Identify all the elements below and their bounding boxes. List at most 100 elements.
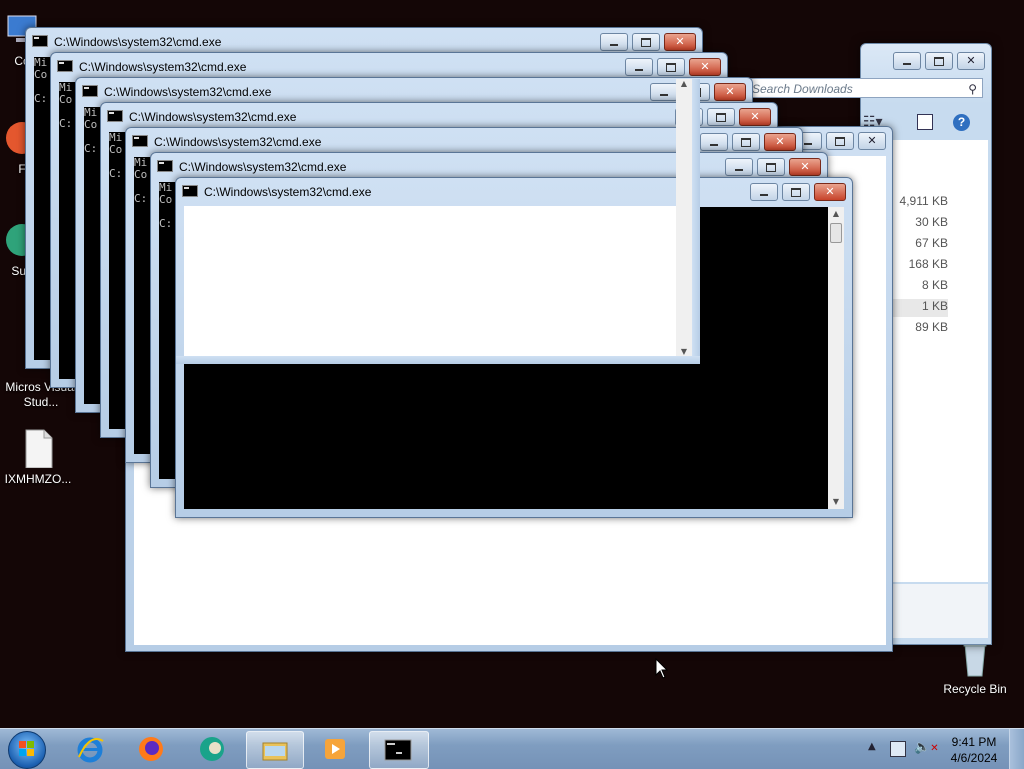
close-button[interactable]: ✕	[789, 158, 821, 176]
caption-buttons: ✕	[721, 158, 821, 176]
maximize-button[interactable]	[632, 33, 660, 51]
window-title: C:\Windows\system32\cmd.exe	[57, 60, 246, 76]
stale-client-area	[184, 206, 676, 356]
document-icon	[18, 428, 58, 469]
minimize-icon	[710, 144, 718, 146]
firefox-icon	[139, 737, 163, 761]
maximize-icon	[716, 113, 726, 122]
help-icon[interactable]: ?	[953, 114, 970, 131]
internet-explorer-icon	[77, 737, 104, 763]
minimize-button[interactable]	[750, 183, 778, 201]
scrollbar[interactable]: ▲▼	[828, 207, 844, 509]
network-icon[interactable]	[890, 741, 906, 757]
stale-scrollbar: ▲ ▼	[676, 79, 692, 356]
search-input[interactable]: Search Downloads ⚲	[743, 78, 983, 98]
minimize-button[interactable]	[893, 52, 921, 70]
taskbar-media-player[interactable]	[307, 731, 363, 767]
clock-time: 9:41 PM	[951, 735, 997, 749]
window-title: C:\Windows\system32\cmd.exe	[107, 110, 296, 126]
clock-date: 4/6/2024	[950, 751, 998, 765]
desktop-icon-label: Recycle Bin	[943, 682, 1007, 696]
taskbar-file-explorer[interactable]	[246, 731, 304, 769]
caption-buttons: ✕	[790, 132, 886, 150]
minimize-button[interactable]	[700, 133, 728, 151]
maximize-button[interactable]	[657, 58, 685, 76]
minimize-button[interactable]	[650, 83, 678, 101]
window-title: C:\Windows\system32\cmd.exe	[82, 85, 271, 101]
mouse-cursor-icon	[655, 657, 669, 684]
close-icon: ✕	[725, 85, 735, 98]
close-button[interactable]: ✕	[957, 52, 985, 70]
minimize-button[interactable]	[600, 33, 628, 51]
file-list[interactable]: 4,911 KB 30 KB 67 KB 168 KB 8 KB 1 KB 89…	[878, 140, 988, 582]
close-icon: ✕	[675, 35, 685, 48]
start-button[interactable]	[8, 731, 46, 769]
cmd-icon	[107, 110, 123, 122]
cmd-icon	[182, 185, 198, 197]
show-hidden-icons-button[interactable]: ▲	[868, 741, 876, 752]
folder-icon	[262, 742, 288, 761]
cmd-icon	[82, 85, 98, 97]
maximize-icon	[641, 38, 651, 47]
caption-buttons: ✕	[621, 58, 721, 76]
minimize-icon	[760, 194, 768, 196]
cmd-icon	[32, 35, 48, 47]
clock[interactable]: 9:41 PM 4/6/2024	[945, 734, 1003, 766]
window-title: C:\Windows\system32\cmd.exe	[132, 135, 321, 151]
close-icon: ✕	[867, 134, 877, 147]
taskbar-firefox[interactable]	[123, 731, 179, 767]
desktop-icon-recycle-bin[interactable]: Recycle Bin	[935, 638, 1015, 697]
close-button[interactable]: ✕	[739, 108, 771, 126]
minimize-button[interactable]	[725, 158, 753, 176]
maximize-button[interactable]	[732, 133, 760, 151]
close-button[interactable]: ✕	[764, 133, 796, 151]
scroll-down-arrow[interactable]: ▼	[828, 495, 844, 509]
close-icon: ✕	[825, 185, 835, 198]
scroll-down-arrow: ▼	[680, 347, 688, 356]
close-button[interactable]: ✕	[689, 58, 721, 76]
scroll-thumb[interactable]	[830, 223, 842, 243]
maximize-icon	[791, 188, 801, 197]
show-desktop-button[interactable]	[1009, 729, 1024, 769]
caption-buttons: ✕	[746, 183, 846, 201]
maximize-button[interactable]	[757, 158, 785, 176]
close-button[interactable]: ✕	[714, 83, 746, 101]
close-icon: ✕	[700, 60, 710, 73]
maximize-icon	[934, 57, 944, 66]
minimize-icon	[735, 169, 743, 171]
taskbar-command-prompt[interactable]	[369, 731, 429, 769]
close-button[interactable]: ✕	[664, 33, 696, 51]
minimize-button[interactable]	[625, 58, 653, 76]
maximize-icon	[835, 137, 845, 146]
window-title: C:\Windows\system32\cmd.exe	[182, 185, 371, 201]
minimize-icon	[903, 63, 911, 65]
volume-muted-icon[interactable]: 🔈✕	[914, 740, 939, 755]
command-prompt-icon	[384, 739, 412, 761]
taskbar-internet-explorer[interactable]	[62, 731, 118, 767]
maximize-icon	[666, 63, 676, 72]
preview-pane-icon[interactable]	[917, 114, 933, 130]
close-icon: ✕	[775, 135, 785, 148]
close-button[interactable]: ✕	[858, 132, 886, 150]
maximize-button[interactable]	[925, 52, 953, 70]
maximize-button[interactable]	[826, 132, 854, 150]
edge-icon	[200, 737, 224, 761]
search-placeholder: Search Downloads	[752, 82, 853, 96]
cmd-icon	[57, 60, 73, 72]
stale-border	[692, 79, 700, 364]
taskbar-edge[interactable]	[184, 731, 240, 767]
desktop-icon-file[interactable]: IXMHMZO...	[0, 428, 78, 487]
details-pane	[893, 584, 988, 638]
maximize-button[interactable]	[707, 108, 735, 126]
window-title: C:\Windows\system32\cmd.exe	[32, 35, 221, 51]
maximize-icon	[741, 138, 751, 147]
scroll-up-arrow[interactable]: ▲	[828, 207, 844, 221]
minimize-icon	[635, 69, 643, 71]
close-icon: ✕	[800, 160, 810, 173]
maximize-button[interactable]	[782, 183, 810, 201]
maximize-icon	[766, 163, 776, 172]
windows-logo-icon	[19, 741, 35, 757]
close-button[interactable]: ✕	[814, 183, 846, 201]
cmd-icon	[132, 135, 148, 147]
caption-buttons: ✕	[696, 133, 796, 151]
